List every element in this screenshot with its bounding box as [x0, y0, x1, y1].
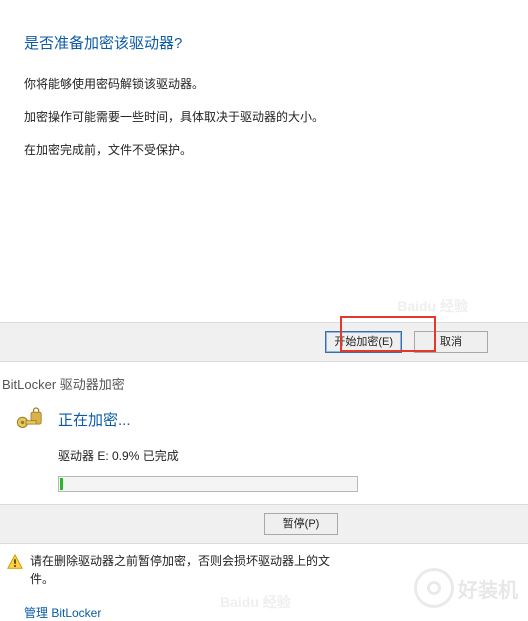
dialog-heading: 是否准备加密该驱动器? [24, 32, 504, 53]
watermark-baidu: Baidu 经验 [397, 296, 468, 316]
progress-bar [58, 476, 358, 492]
progress-fill [60, 478, 63, 490]
brand-logo-text: 好装机 [458, 574, 518, 603]
cancel-button[interactable]: 取消 [414, 331, 488, 353]
brand-logo-icon [414, 568, 454, 608]
encrypting-title: 正在加密... [58, 409, 131, 430]
dialog-button-row: 开始加密(E) 取消 [0, 322, 528, 362]
watermark-brand: 好装机 [414, 568, 518, 608]
pause-button-row: 暂停(P) [0, 504, 528, 544]
dialog-line1: 你将能够使用密码解锁该驱动器。 [24, 73, 504, 96]
progress-status: 驱动器 E: 0.9% 已完成 [14, 447, 528, 464]
warning-icon [6, 553, 24, 571]
watermark-baidu-2: Baidu 经验 [220, 592, 291, 612]
warning-text: 请在删除驱动器之前暂停加密，否则会损坏驱动器上的文件。 [30, 552, 348, 588]
dialog-line2: 加密操作可能需要一些时间，具体取决于驱动器的大小。 [24, 106, 504, 129]
progress-window-title: BitLocker 驱动器加密 [0, 374, 528, 393]
manage-bitlocker-link[interactable]: 管理 BitLocker [24, 604, 101, 621]
pause-button[interactable]: 暂停(P) [264, 513, 338, 535]
dialog-line3: 在加密完成前，文件不受保护。 [24, 139, 504, 162]
start-encrypt-button[interactable]: 开始加密(E) [325, 331, 402, 353]
dialog-body: 你将能够使用密码解锁该驱动器。 加密操作可能需要一些时间，具体取决于驱动器的大小… [24, 73, 504, 161]
key-lock-icon [14, 407, 48, 431]
